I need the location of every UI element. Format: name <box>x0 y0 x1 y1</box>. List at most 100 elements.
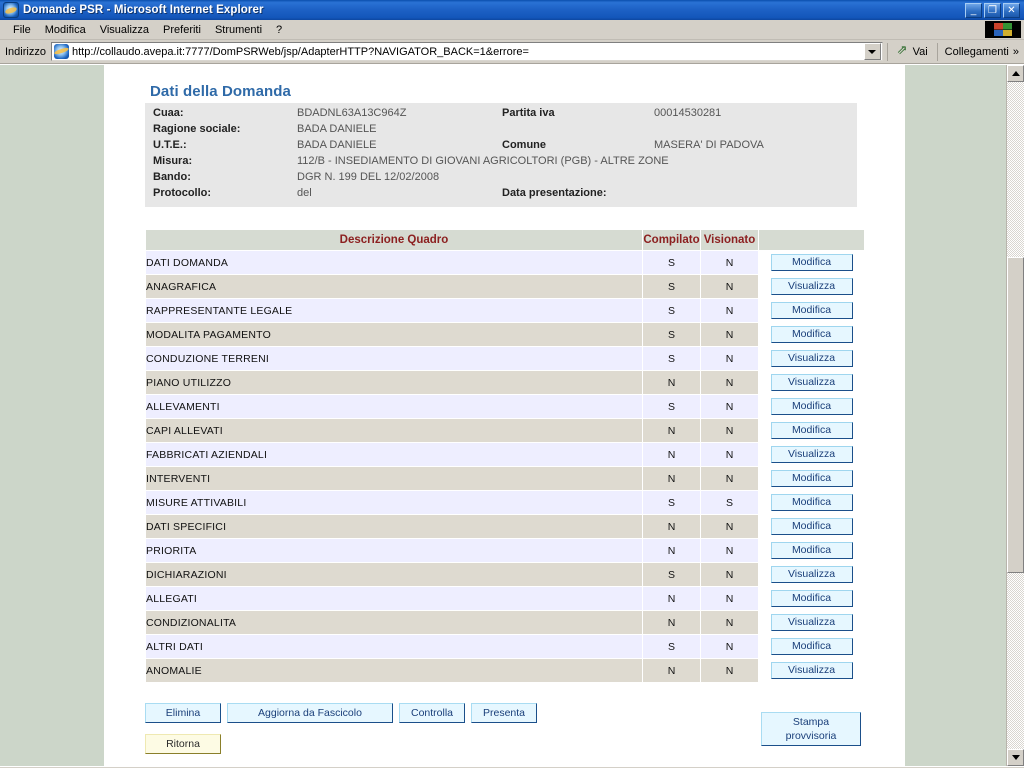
menu-item-modifica[interactable]: Modifica <box>38 22 93 38</box>
menu-item-visualizza[interactable]: Visualizza <box>93 22 156 38</box>
cell-descrizione-quadro: DATI SPECIFICI <box>145 514 643 539</box>
bando-value: DGR N. 199 DEL 12/02/2008 <box>297 171 440 183</box>
row-action-button[interactable]: Modifica <box>770 638 853 655</box>
cell-compilato: S <box>642 634 701 659</box>
table-row: CAPI ALLEVATI N N Modifica <box>145 418 865 443</box>
cell-azione: Modifica <box>758 634 865 659</box>
row-action-button[interactable]: Visualizza <box>770 662 853 679</box>
cell-visionato: N <box>700 562 759 587</box>
scroll-down-button[interactable] <box>1007 749 1024 766</box>
cell-azione: Modifica <box>758 466 865 491</box>
row-action-button[interactable]: Visualizza <box>770 446 853 463</box>
close-button[interactable]: ✕ <box>1003 2 1020 18</box>
cell-visionato: N <box>700 586 759 611</box>
table-row: RAPPRESENTANTE LEGALE S N Modifica <box>145 298 865 323</box>
cell-descrizione-quadro: MISURE ATTIVABILI <box>145 490 643 515</box>
quadri-header-row: Descrizione Quadro Compilato Visionato <box>145 229 865 251</box>
address-url-text[interactable]: http://collaudo.avepa.it:7777/DomPSRWeb/… <box>72 46 864 58</box>
links-button[interactable]: Collegamenti » <box>942 46 1022 58</box>
row-action-button[interactable]: Modifica <box>770 302 853 319</box>
minimize-button[interactable]: _ <box>965 2 982 18</box>
scrollbar-thumb[interactable] <box>1007 257 1024 573</box>
address-label: Indirizzo <box>5 45 46 58</box>
row-action-button[interactable]: Modifica <box>770 590 853 607</box>
links-button-label: Collegamenti <box>944 45 1009 58</box>
info-row-misura: Misura: 112/B - INSEDIAMENTO DI GIOVANI … <box>145 153 857 169</box>
row-action-button[interactable]: Modifica <box>770 398 853 415</box>
data-presentazione-label: Data presentazione: <box>502 187 607 199</box>
menu-item-preferiti[interactable]: Preferiti <box>156 22 208 38</box>
ragione-sociale-label: Ragione sociale: <box>153 123 241 135</box>
row-action-button[interactable]: Visualizza <box>770 566 853 583</box>
info-empty-value-1 <box>654 121 857 137</box>
misura-label: Misura: <box>153 155 193 167</box>
cell-azione: Modifica <box>758 394 865 419</box>
row-action-button[interactable]: Visualizza <box>770 374 853 391</box>
cell-descrizione-quadro: ANOMALIE <box>145 658 643 683</box>
menu-item-strumenti[interactable]: Strumenti <box>208 22 269 38</box>
protocollo-label: Protocollo: <box>153 187 212 199</box>
scrollbar-track[interactable] <box>1007 82 1024 749</box>
protocollo-value: del <box>297 187 312 199</box>
cell-compilato: N <box>642 610 701 635</box>
scroll-up-button[interactable] <box>1007 65 1024 82</box>
row-action-button[interactable]: Visualizza <box>770 350 853 367</box>
row-action-button[interactable]: Modifica <box>770 326 853 343</box>
vertical-scrollbar[interactable] <box>1006 65 1024 766</box>
cell-descrizione-quadro: ALTRI DATI <box>145 634 643 659</box>
presenta-button[interactable]: Presenta <box>471 703 537 723</box>
go-button[interactable]: Vai <box>892 42 933 58</box>
ragione-sociale-value: BADA DANIELE <box>297 123 377 135</box>
row-action-button[interactable]: Visualizza <box>770 614 853 631</box>
stampa-provvisoria-button[interactable]: Stampa provvisoria <box>761 712 861 746</box>
row-action-button[interactable]: Modifica <box>770 422 853 439</box>
cell-visionato: N <box>700 514 759 539</box>
cell-compilato: S <box>642 490 701 515</box>
controlla-button[interactable]: Controlla <box>399 703 465 723</box>
header-visionato: Visionato <box>700 229 759 251</box>
cell-azione: Visualizza <box>758 658 865 683</box>
table-row: ALLEGATI N N Modifica <box>145 586 865 611</box>
cell-compilato: S <box>642 250 701 275</box>
chevron-down-icon <box>868 49 877 54</box>
row-action-button[interactable]: Modifica <box>770 542 853 559</box>
ritorna-button[interactable]: Ritorna <box>145 734 221 754</box>
triangle-up-icon <box>1011 71 1020 76</box>
menu-bar: File Modifica Visualizza Preferiti Strum… <box>0 20 1024 40</box>
ute-label: U.T.E.: <box>153 139 187 151</box>
info-row-ute: U.T.E.: BADA DANIELE Comune MASERA' DI P… <box>145 137 857 153</box>
table-row: ALTRI DATI S N Modifica <box>145 634 865 659</box>
cell-visionato: N <box>700 346 759 371</box>
address-dropdown-button[interactable] <box>863 43 881 60</box>
menu-item-file[interactable]: File <box>6 22 38 38</box>
cell-compilato: S <box>642 346 701 371</box>
aggiorna-da-fascicolo-button[interactable]: Aggiorna da Fascicolo <box>227 703 393 723</box>
cell-azione: Modifica <box>758 418 865 443</box>
ute-value: BADA DANIELE <box>297 139 377 151</box>
cell-azione: Visualizza <box>758 346 865 371</box>
table-row: ANAGRAFICA S N Visualizza <box>145 274 865 299</box>
cell-compilato: S <box>642 562 701 587</box>
info-row-cuaa: Cuaa: BDADNL63A13C964Z Partita iva 00014… <box>145 105 857 121</box>
cell-compilato: S <box>642 394 701 419</box>
cell-descrizione-quadro: PIANO UTILIZZO <box>145 370 643 395</box>
go-arrow-icon <box>897 42 911 58</box>
page-icon <box>53 44 69 59</box>
table-row: INTERVENTI N N Modifica <box>145 466 865 491</box>
row-action-button[interactable]: Modifica <box>770 494 853 511</box>
toolbar-separator <box>886 42 888 61</box>
restore-button[interactable]: ❐ <box>984 2 1001 18</box>
windows-flag-icon <box>994 23 1012 36</box>
menu-item-help[interactable]: ? <box>269 22 289 38</box>
row-action-button[interactable]: Visualizza <box>770 278 853 295</box>
table-row: ALLEVAMENTI S N Modifica <box>145 394 865 419</box>
address-bar-container: Indirizzo http://collaudo.avepa.it:7777/… <box>0 40 1024 64</box>
row-action-button[interactable]: Modifica <box>770 518 853 535</box>
row-action-button[interactable]: Modifica <box>770 254 853 271</box>
cell-compilato: N <box>642 538 701 563</box>
address-input[interactable]: http://collaudo.avepa.it:7777/DomPSRWeb/… <box>50 42 883 61</box>
row-action-button[interactable]: Modifica <box>770 470 853 487</box>
info-row-ragione-sociale: Ragione sociale: BADA DANIELE <box>145 121 857 137</box>
elimina-button[interactable]: Elimina <box>145 703 221 723</box>
cell-descrizione-quadro: ALLEVAMENTI <box>145 394 643 419</box>
